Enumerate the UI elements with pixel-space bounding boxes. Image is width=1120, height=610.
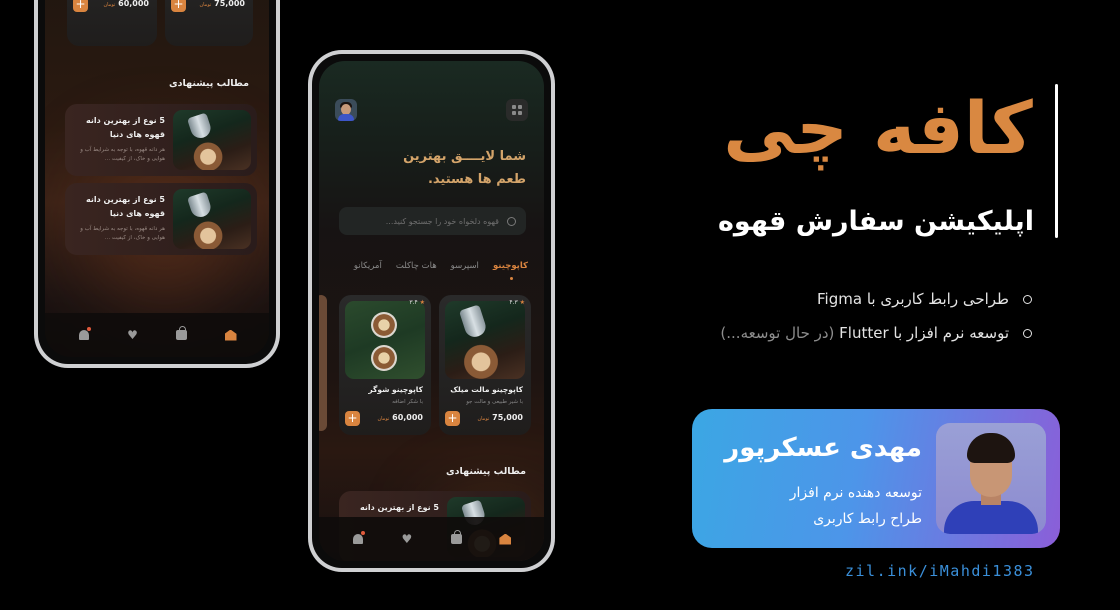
profile-card: مهدی عسکرپور توسعه دهنده نرم افزار طراح …: [692, 409, 1060, 548]
article-image: [173, 110, 251, 170]
phone-mockup-scrolled: کاپوچینو مالت میلک با شیر طبیعی و مالت ج…: [34, 0, 280, 368]
product-card[interactable]: کاپوچینو مالت میلک با شیر طبیعی و مالت ج…: [165, 0, 253, 46]
product-image: [445, 301, 525, 379]
add-to-cart-button[interactable]: +: [171, 0, 186, 12]
profile-photo: [936, 423, 1046, 534]
product-name: کاپوچینو مالت میلک: [450, 385, 523, 394]
tab-cappuccino[interactable]: کاپوچینو: [493, 261, 528, 280]
bag-icon[interactable]: [175, 326, 189, 342]
product-price: 60,000 تومان: [377, 413, 423, 422]
profile-role: طراح رابط کاربری: [813, 511, 922, 527]
feature-note: (در حال توسعه...): [720, 324, 835, 342]
section-title: مطالب پیشنهادی: [445, 466, 526, 477]
rating: ★ ۳.۴: [409, 299, 425, 306]
headline-line-1: شما لایــــق بهترین: [403, 149, 526, 164]
add-to-cart-button[interactable]: +: [73, 0, 88, 12]
home-icon[interactable]: [498, 532, 512, 546]
article-card[interactable]: 5 نوع از بهترین دانه قهوه های دنیا هر دا…: [65, 183, 257, 255]
feature-text: توسعه نرم افزار با Flutter: [839, 324, 1009, 342]
article-title: 5 نوع از بهترین دانه قهوه های دنیا: [86, 195, 165, 218]
product-image: [345, 301, 425, 379]
menu-grid-icon[interactable]: [506, 99, 528, 121]
product-price: 75,000 تومان: [477, 413, 523, 422]
bullet-icon: [1023, 294, 1032, 304]
phone-mockup-home: شما لایــــق بهترین طعم ها هستید. قهوه د…: [308, 50, 555, 572]
home-icon[interactable]: [224, 328, 238, 342]
product-card[interactable]: کاپوچینو شوگر با شکر اضافه 60,000 تومان …: [67, 0, 157, 46]
product-name: کاپوچینو شوگر: [368, 385, 423, 394]
product-card[interactable]: ★ ۳.۴ کاپوچینو شوگر با شکر اضافه 60,000 …: [339, 295, 431, 435]
bottom-navigation: ♥: [319, 517, 544, 561]
headline-line-2: طعم ها هستید.: [427, 172, 526, 187]
section-title: مطالب پیشنهادی: [168, 78, 249, 89]
article-title: 5 نوع از بهترین دانه قهوه های دنیا: [86, 116, 165, 139]
product-card[interactable]: ★ ۴.۳ کاپوچینو مالت میلک با شیر طبیعی و …: [439, 295, 531, 435]
bullet-icon: [1023, 328, 1032, 338]
article-title: 5 نوع از بهترین دانه: [360, 503, 439, 512]
profile-role: توسعه دهنده نرم افزار: [789, 485, 922, 501]
bag-icon[interactable]: [449, 530, 463, 546]
feature-item: توسعه نرم افزار با Flutter (در حال توسعه…: [720, 324, 1032, 342]
star-icon: ★: [519, 299, 525, 306]
article-image: [173, 189, 251, 249]
tab-hot-chocolate[interactable]: هات چاکلت: [396, 261, 437, 271]
article-excerpt: هر دانه قهوه، با توجه به شرایط آب و هوای…: [80, 226, 165, 241]
add-to-cart-button[interactable]: +: [345, 411, 360, 426]
product-price: 60,000 تومان: [103, 0, 149, 8]
search-input[interactable]: قهوه دلخواه خود را جستجو کنید...: [339, 207, 526, 235]
profile-name: مهدی عسکرپور: [724, 433, 922, 463]
product-subtitle: با شیر طبیعی و مالت جو: [466, 399, 523, 405]
product-price: 75,000 تومان: [199, 0, 245, 8]
bell-icon[interactable]: [351, 531, 365, 546]
product-card-partial[interactable]: [319, 295, 327, 431]
article-excerpt: هر دانه قهوه، با توجه به شرایط آب و هوای…: [80, 147, 165, 162]
tab-americano[interactable]: آمریکانو: [354, 261, 382, 271]
tab-espresso[interactable]: اسپرسو: [451, 261, 479, 271]
category-tabs: کاپوچینو اسپرسو هات چاکلت آمریکانو: [354, 261, 528, 280]
brand-subtitle: اپلیکیشن سفارش قهوه: [717, 206, 1034, 237]
article-card[interactable]: 5 نوع از بهترین دانه قهوه های دنیا هر دا…: [65, 104, 257, 176]
star-icon: ★: [419, 299, 425, 306]
search-placeholder: قهوه دلخواه خود را جستجو کنید...: [385, 216, 499, 226]
add-to-cart-button[interactable]: +: [445, 411, 460, 426]
brand-title: کافه چی: [723, 86, 1035, 170]
bell-icon[interactable]: [77, 327, 91, 342]
bottom-navigation: ♥: [45, 313, 269, 357]
search-icon: [507, 216, 516, 226]
feature-item: طراحی رابط کاربری با Figma: [817, 290, 1032, 308]
headline: شما لایــــق بهترین طعم ها هستید.: [326, 145, 526, 191]
product-subtitle: با شکر اضافه: [392, 399, 423, 405]
avatar[interactable]: [335, 99, 357, 121]
heart-icon[interactable]: ♥: [400, 532, 414, 546]
rating: ★ ۴.۳: [509, 299, 525, 306]
feature-text: طراحی رابط کاربری با Figma: [817, 290, 1009, 308]
divider: [1055, 84, 1058, 238]
profile-link[interactable]: zil.ink/iMahdi1383: [845, 562, 1035, 580]
heart-icon[interactable]: ♥: [126, 328, 140, 342]
